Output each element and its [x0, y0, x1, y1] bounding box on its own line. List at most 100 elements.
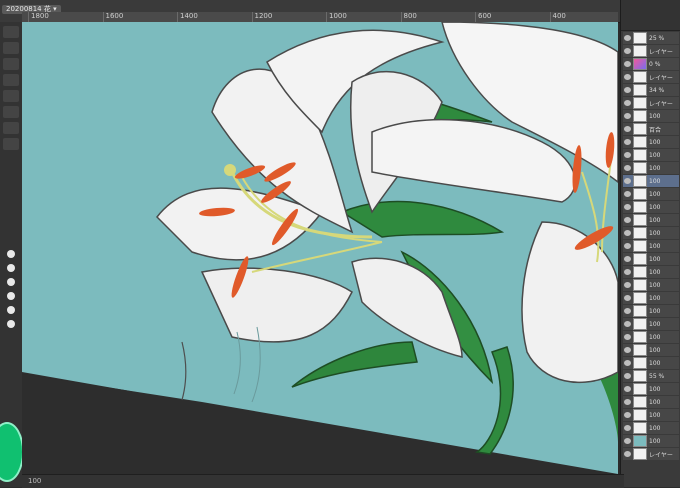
layer-row[interactable]: レイヤー: [623, 71, 679, 83]
layer-row[interactable]: レイヤー: [623, 97, 679, 109]
layer-row[interactable]: 100: [623, 201, 679, 213]
brush-size-dot[interactable]: [7, 278, 15, 286]
visibility-eye-icon[interactable]: [624, 425, 631, 431]
layer-row[interactable]: 100: [623, 422, 679, 434]
layer-row[interactable]: 100: [623, 331, 679, 343]
layer-label: 100: [649, 411, 661, 419]
layer-label: 100: [649, 177, 661, 185]
layer-row[interactable]: 100: [623, 227, 679, 239]
tool-button[interactable]: [3, 138, 19, 150]
visibility-eye-icon[interactable]: [624, 139, 631, 145]
left-tool-panel: [0, 22, 24, 487]
drawing-canvas[interactable]: [22, 22, 618, 474]
visibility-eye-icon[interactable]: [624, 321, 631, 327]
visibility-eye-icon[interactable]: [624, 217, 631, 223]
layer-row[interactable]: 100: [623, 110, 679, 122]
layer-row[interactable]: 100: [623, 292, 679, 304]
layer-thumbnail: [633, 227, 647, 239]
visibility-eye-icon[interactable]: [624, 451, 631, 457]
horizontal-ruler: 1800 1600 1400 1200 1000 800 600 400: [22, 12, 618, 22]
visibility-eye-icon[interactable]: [624, 35, 631, 41]
visibility-eye-icon[interactable]: [624, 308, 631, 314]
layer-row[interactable]: 100: [623, 383, 679, 395]
layer-row[interactable]: 55 %: [623, 370, 679, 382]
layer-label: 100: [649, 255, 661, 263]
layer-row[interactable]: 100: [623, 175, 679, 187]
visibility-eye-icon[interactable]: [624, 204, 631, 210]
layer-thumbnail: [633, 188, 647, 200]
layer-row[interactable]: 百合: [623, 123, 679, 135]
visibility-eye-icon[interactable]: [624, 165, 631, 171]
visibility-eye-icon[interactable]: [624, 282, 631, 288]
tool-button[interactable]: [3, 42, 19, 54]
tool-button[interactable]: [3, 106, 19, 118]
visibility-eye-icon[interactable]: [624, 178, 631, 184]
layer-label: レイヤー: [649, 100, 673, 108]
brush-size-dot[interactable]: [7, 264, 15, 272]
visibility-eye-icon[interactable]: [624, 438, 631, 444]
layer-thumbnail: [633, 214, 647, 226]
visibility-eye-icon[interactable]: [624, 87, 631, 93]
visibility-eye-icon[interactable]: [624, 269, 631, 275]
brush-size-dot[interactable]: [7, 292, 15, 300]
layer-row[interactable]: 100: [623, 149, 679, 161]
layer-label: レイヤー: [649, 74, 673, 82]
tool-button[interactable]: [3, 58, 19, 70]
layer-row[interactable]: 100: [623, 214, 679, 226]
layer-row[interactable]: 100: [623, 435, 679, 447]
tool-button[interactable]: [3, 122, 19, 134]
visibility-eye-icon[interactable]: [624, 230, 631, 236]
layer-row[interactable]: 100: [623, 266, 679, 278]
visibility-eye-icon[interactable]: [624, 48, 631, 54]
visibility-eye-icon[interactable]: [624, 152, 631, 158]
layer-label: 100: [649, 138, 661, 146]
layer-row[interactable]: レイヤー: [623, 45, 679, 57]
layer-row[interactable]: 100: [623, 240, 679, 252]
layer-row[interactable]: 100: [623, 279, 679, 291]
layer-row[interactable]: 100: [623, 344, 679, 356]
visibility-eye-icon[interactable]: [624, 100, 631, 106]
layer-row[interactable]: 100: [623, 409, 679, 421]
layer-row[interactable]: 100: [623, 318, 679, 330]
visibility-eye-icon[interactable]: [624, 61, 631, 67]
layer-row[interactable]: 34 %: [623, 84, 679, 96]
color-wheel[interactable]: [0, 422, 24, 482]
layer-row[interactable]: 100: [623, 162, 679, 174]
layer-thumbnail: [633, 357, 647, 369]
layer-row[interactable]: 100: [623, 253, 679, 265]
layer-thumbnail: [633, 240, 647, 252]
visibility-eye-icon[interactable]: [624, 399, 631, 405]
layer-label: 100: [649, 359, 661, 367]
tool-button[interactable]: [3, 90, 19, 102]
layer-row[interactable]: 100: [623, 305, 679, 317]
visibility-eye-icon[interactable]: [624, 243, 631, 249]
layer-row[interactable]: 100: [623, 136, 679, 148]
visibility-eye-icon[interactable]: [624, 334, 631, 340]
brush-size-dot[interactable]: [7, 250, 15, 258]
layer-row[interactable]: レイヤー: [623, 448, 679, 460]
tool-button[interactable]: [3, 26, 19, 38]
visibility-eye-icon[interactable]: [624, 113, 631, 119]
visibility-eye-icon[interactable]: [624, 191, 631, 197]
tool-button[interactable]: [3, 74, 19, 86]
visibility-eye-icon[interactable]: [624, 373, 631, 379]
layer-thumbnail: [633, 32, 647, 44]
layer-row[interactable]: 25 %: [623, 32, 679, 44]
visibility-eye-icon[interactable]: [624, 295, 631, 301]
brush-size-dot[interactable]: [7, 306, 15, 314]
visibility-eye-icon[interactable]: [624, 347, 631, 353]
layer-row[interactable]: 100: [623, 396, 679, 408]
visibility-eye-icon[interactable]: [624, 74, 631, 80]
ruler-tick: 1000: [326, 12, 347, 22]
visibility-eye-icon[interactable]: [624, 360, 631, 366]
visibility-eye-icon[interactable]: [624, 386, 631, 392]
brush-size-dot[interactable]: [7, 320, 15, 328]
visibility-eye-icon[interactable]: [624, 256, 631, 262]
layer-thumbnail: [633, 201, 647, 213]
layer-thumbnail: [633, 253, 647, 265]
visibility-eye-icon[interactable]: [624, 412, 631, 418]
layer-row[interactable]: 100: [623, 188, 679, 200]
visibility-eye-icon[interactable]: [624, 126, 631, 132]
layer-row[interactable]: 0 %: [623, 58, 679, 70]
layer-row[interactable]: 100: [623, 357, 679, 369]
